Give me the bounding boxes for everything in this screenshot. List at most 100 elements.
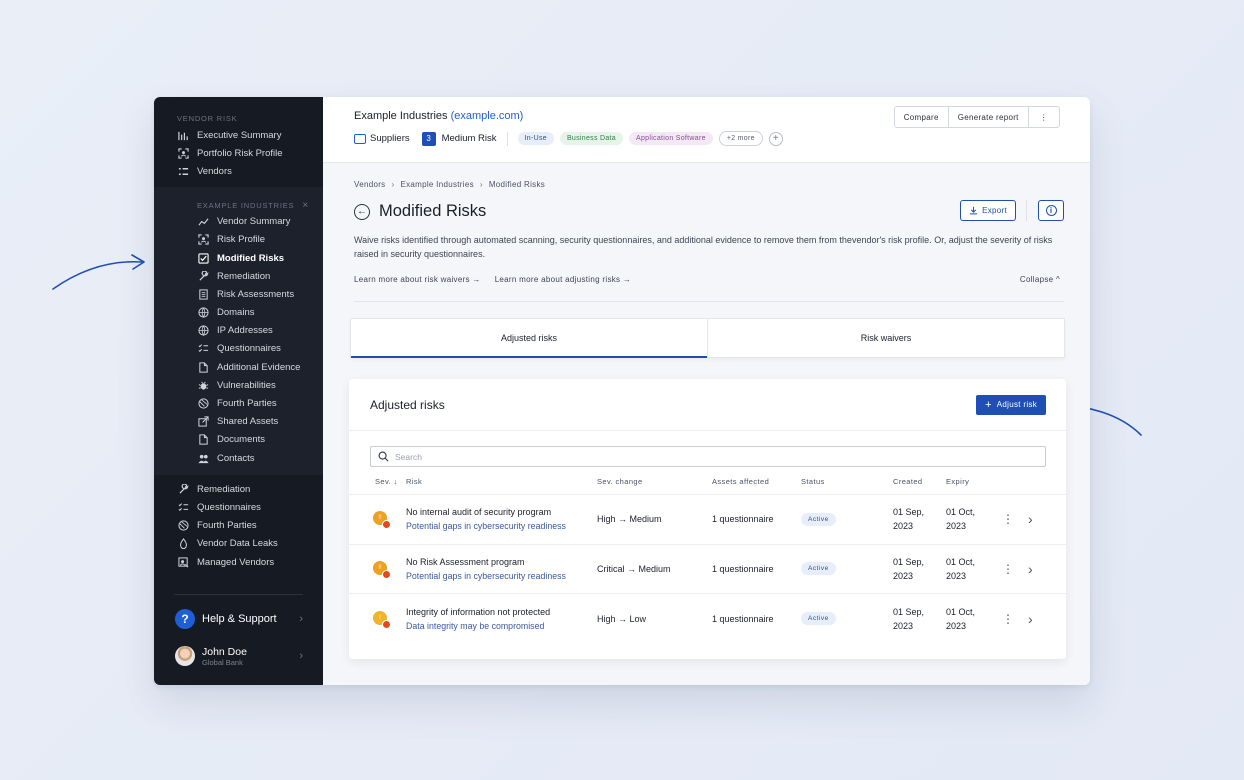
sidebar-section-label: VENDOR RISK bbox=[177, 114, 238, 123]
expiry-date: 01 Oct, 2023 bbox=[946, 555, 1002, 583]
tab-adjusted-risks[interactable]: Adjusted risks bbox=[351, 319, 707, 358]
col-header-sev[interactable]: Sev. ↓ bbox=[375, 477, 406, 486]
sidebar-item-remediation[interactable]: Remediation bbox=[154, 267, 323, 285]
sidebar-item-label: Fourth Parties bbox=[197, 520, 257, 532]
sidebar-item-documents[interactable]: Documents bbox=[154, 431, 323, 449]
info-button[interactable]: i bbox=[1038, 200, 1064, 221]
avatar bbox=[175, 646, 195, 666]
tag-pill[interactable]: Business Data bbox=[559, 132, 623, 145]
col-header-risk[interactable]: Risk bbox=[406, 477, 597, 486]
sidebar-item-remediation[interactable]: Remediation bbox=[154, 480, 323, 498]
sidebar-item-portfolio-risk-profile[interactable]: Portfolio Risk Profile bbox=[154, 144, 323, 162]
sidebar-item-modified-risks[interactable]: Modified Risks bbox=[154, 249, 323, 267]
sidebar-item-additional-evidence[interactable]: Additional Evidence bbox=[154, 358, 323, 376]
sidebar-item-vendor-summary[interactable]: Vendor Summary bbox=[154, 213, 323, 231]
table-row[interactable]: !! No internal audit of security program P… bbox=[349, 495, 1066, 545]
risk-subtitle: Potential gaps in cybersecurity readines… bbox=[406, 570, 566, 581]
download-icon bbox=[969, 206, 978, 215]
adjusted-badge-icon bbox=[382, 569, 391, 579]
sidebar-item-vendor-data-leaks[interactable]: Vendor Data Leaks bbox=[154, 535, 323, 553]
search-input[interactable]: Search bbox=[370, 446, 1046, 467]
wrench-icon bbox=[197, 270, 209, 282]
sidebar-item-executive-summary[interactable]: Executive Summary bbox=[154, 126, 323, 144]
more-options-icon[interactable]: ⋮ bbox=[1029, 107, 1059, 127]
sidebar-item-domains[interactable]: Domains bbox=[154, 304, 323, 322]
breadcrumb-item[interactable]: Vendors bbox=[354, 180, 385, 189]
sidebar-item-label: Additional Evidence bbox=[217, 361, 301, 373]
more-tags-button[interactable]: +2 more bbox=[718, 131, 763, 146]
col-header-created[interactable]: Created bbox=[893, 477, 946, 486]
sidebar-item-questionnaires[interactable]: Questionnaires bbox=[154, 340, 323, 358]
export-button[interactable]: Export bbox=[960, 200, 1016, 221]
status-badge: Active bbox=[801, 612, 836, 626]
user-menu[interactable]: John Doe Global Bank › bbox=[154, 633, 323, 671]
status-badge: Active bbox=[801, 562, 836, 576]
table-header: Sev. ↓ Risk Sev. change Assets affected … bbox=[349, 467, 1066, 495]
col-header-sev-change[interactable]: Sev. change bbox=[597, 477, 712, 486]
generate-report-button[interactable]: Generate report bbox=[949, 107, 1029, 127]
created-date-year: 2023 bbox=[893, 570, 914, 581]
sidebar-item-label: Risk Assessments bbox=[217, 288, 295, 300]
expiry-date: 01 Oct, 2023 bbox=[946, 605, 1002, 633]
table-row[interactable]: ! Integrity of information not protected D… bbox=[349, 594, 1066, 644]
folder-tag[interactable]: Suppliers bbox=[354, 133, 410, 144]
sidebar-item-vendors[interactable]: Vendors bbox=[154, 162, 323, 180]
breadcrumb-item[interactable]: Example Industries bbox=[400, 180, 473, 189]
breadcrumb: Vendors › Example Industries › Modified Risk… bbox=[354, 163, 1064, 189]
sidebar-item-label: Managed Vendors bbox=[197, 556, 275, 568]
back-arrow-icon[interactable]: ← bbox=[354, 203, 370, 220]
expiry-date: 01 Oct, 2023 bbox=[946, 505, 1002, 533]
more-options-icon[interactable]: ⋮ bbox=[1002, 562, 1014, 576]
vendor-subnav-header: EXAMPLE INDUSTRIES × bbox=[154, 187, 323, 213]
expiry-date-year: 2023 bbox=[946, 570, 967, 581]
sidebar-item-vulnerabilities[interactable]: Vulnerabilities bbox=[154, 376, 323, 394]
sidebar-item-fourth-parties[interactable]: Fourth Parties bbox=[154, 394, 323, 412]
table-row[interactable]: !! No Risk Assessment program Potential ga… bbox=[349, 545, 1066, 594]
chevron-right-icon[interactable]: › bbox=[1028, 511, 1033, 527]
created-date: 01 Sep, 2023 bbox=[893, 605, 946, 633]
row-actions: ⋮ › bbox=[1002, 511, 1033, 527]
chevron-right-icon: › bbox=[299, 650, 303, 662]
collapse-button[interactable]: Collapse ^ bbox=[1020, 275, 1060, 284]
risk-cell: No Risk Assessment program Potential gaps… bbox=[406, 557, 597, 581]
more-options-icon[interactable]: ⋮ bbox=[1002, 612, 1014, 626]
sidebar-item-contacts[interactable]: Contacts bbox=[154, 449, 323, 467]
panel-header: Adjusted risks + Adjust risk bbox=[349, 379, 1066, 431]
chevron-right-icon[interactable]: › bbox=[1028, 561, 1033, 577]
tab-risk-waivers[interactable]: Risk waivers bbox=[707, 319, 1064, 357]
breadcrumb-item-current: Modified Risks bbox=[488, 180, 546, 189]
people-icon bbox=[197, 452, 209, 464]
sidebar-item-label: Executive Summary bbox=[197, 129, 282, 141]
tag-pill[interactable]: In-Use bbox=[517, 132, 554, 145]
compare-button[interactable]: Compare bbox=[895, 107, 949, 127]
drop-icon bbox=[177, 538, 189, 550]
tag-pill[interactable]: Application Software bbox=[628, 132, 713, 145]
add-tag-icon[interactable]: + bbox=[768, 131, 783, 146]
close-icon[interactable]: × bbox=[302, 200, 309, 211]
sidebar-item-risk-assessments[interactable]: Risk Assessments bbox=[154, 285, 323, 303]
sidebar-item-shared-assets[interactable]: Shared Assets bbox=[154, 413, 323, 431]
col-header-expiry[interactable]: Expiry bbox=[946, 477, 969, 486]
sidebar-item-ip-addresses[interactable]: IP Addresses bbox=[154, 322, 323, 340]
trend-icon bbox=[197, 216, 209, 228]
learn-risk-waivers-link[interactable]: Learn more about risk waivers → bbox=[354, 275, 481, 287]
sidebar-item-fourth-parties[interactable]: Fourth Parties bbox=[154, 517, 323, 535]
assets-affected: 1 questionnaire bbox=[712, 613, 774, 624]
chevron-right-icon: › bbox=[391, 180, 395, 189]
col-header-status[interactable]: Status bbox=[801, 477, 893, 486]
col-header-assets[interactable]: Assets affected bbox=[712, 477, 801, 486]
more-options-icon[interactable]: ⋮ bbox=[1002, 512, 1014, 526]
created-date: 01 Sep, 2023 bbox=[893, 555, 946, 583]
bar-chart-icon bbox=[177, 129, 189, 141]
chevron-right-icon[interactable]: › bbox=[1028, 611, 1033, 627]
sidebar-item-questionnaires[interactable]: Questionnaires bbox=[154, 498, 323, 516]
expiry-date-line: 01 Oct, bbox=[946, 606, 976, 617]
adjust-risk-button[interactable]: + Adjust risk bbox=[976, 394, 1046, 415]
sidebar-item-risk-profile[interactable]: Risk Profile bbox=[154, 231, 323, 249]
help-support-button[interactable]: ? Help & Support › bbox=[154, 595, 323, 633]
sidebar-item-managed-vendors[interactable]: Managed Vendors bbox=[154, 553, 323, 571]
company-domain-link[interactable]: (example.com) bbox=[451, 110, 524, 122]
divider bbox=[354, 301, 1064, 302]
sidebar-item-label: Vendor Data Leaks bbox=[197, 538, 278, 550]
learn-adjusting-risks-link[interactable]: Learn more about adjusting risks → bbox=[495, 275, 632, 287]
